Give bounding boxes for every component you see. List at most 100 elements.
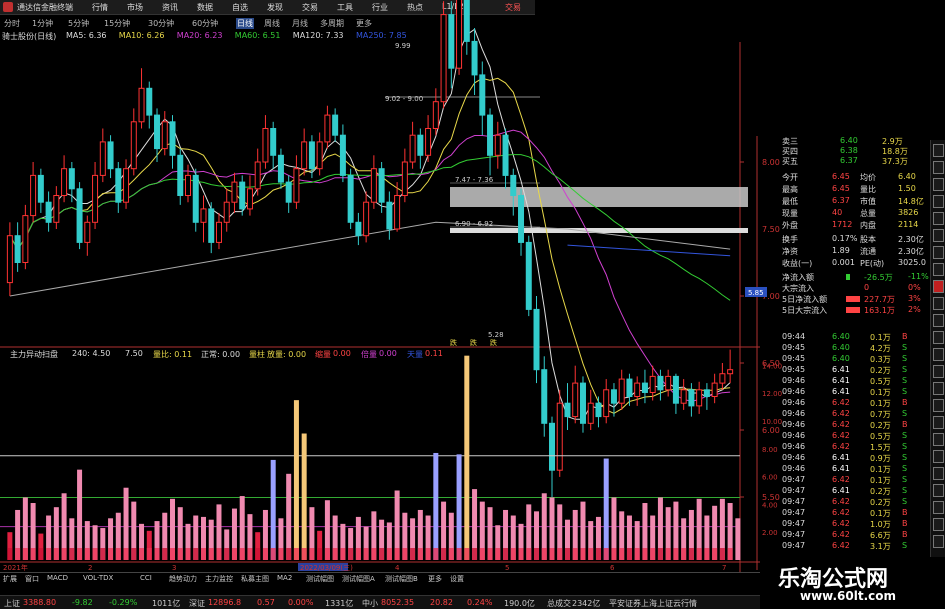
toolbar-button-icon[interactable] xyxy=(933,178,944,191)
tick-time: 09:46 xyxy=(782,420,806,429)
candle-body xyxy=(518,195,525,243)
volume-bar xyxy=(456,454,462,560)
volume-base-bar xyxy=(456,548,462,560)
ma5-line xyxy=(9,28,731,420)
tick-time: 09:47 xyxy=(782,508,806,517)
volume-base-bar xyxy=(301,548,307,560)
indicator-tab[interactable]: 测试幅图 xyxy=(306,574,334,584)
stat-label: 净资 xyxy=(782,247,798,256)
toolbar-button-icon[interactable] xyxy=(933,246,944,259)
toolbar-button-icon[interactable] xyxy=(933,518,944,531)
toolbar-button-icon[interactable] xyxy=(933,229,944,242)
toolbar-button-icon[interactable] xyxy=(933,144,944,157)
toolbar-button-icon[interactable] xyxy=(933,535,944,548)
volume-base-bar xyxy=(53,548,59,560)
volume-base-bar xyxy=(38,548,44,560)
indicator-tab[interactable]: 趋势动力 xyxy=(169,574,197,584)
toolbar-button-icon[interactable] xyxy=(933,501,944,514)
tick-row: 09:47 6.42 1.0万 B xyxy=(760,519,930,530)
status-item: 总成交 xyxy=(547,599,571,608)
price-chart-header: 骑士股份(日线) MA5: 6.36 MA10: 6.26 MA20: 6.23 MA6… xyxy=(0,30,535,42)
stat-value: 2114 xyxy=(898,220,919,229)
candle-body xyxy=(208,208,215,243)
toolbar-button-icon[interactable] xyxy=(933,280,944,293)
tick-price: 6.42 xyxy=(832,431,850,440)
price-callout: 7.47 - 7.36 xyxy=(455,176,494,184)
volume-base-bar xyxy=(650,548,656,560)
indicator-tab[interactable]: MA2 xyxy=(277,574,292,582)
candle-body xyxy=(262,128,269,163)
volume-base-bar xyxy=(239,548,245,560)
indicator-tab[interactable]: 测试幅图B xyxy=(385,574,418,584)
flow-percent: -11% xyxy=(908,272,929,281)
toolbar-button-icon[interactable] xyxy=(933,263,944,276)
tick-volume: 0.3万 xyxy=(870,355,891,364)
tick-price: 6.42 xyxy=(832,475,850,484)
stat-value: 3025.0 xyxy=(898,258,926,267)
candle-body xyxy=(277,154,284,183)
toolbar-button-icon[interactable] xyxy=(933,212,944,225)
volume-base-bar xyxy=(464,548,470,560)
toolbar-button-icon[interactable] xyxy=(933,433,944,446)
ma-value: MA250: 7.85 xyxy=(356,31,407,40)
toolbar-button-icon[interactable] xyxy=(933,365,944,378)
volume-base-bar xyxy=(681,548,687,560)
tick-row: 09:47 6.42 0.1万 B xyxy=(760,508,930,519)
status-item: 深证 xyxy=(189,599,205,608)
volume-base-bar xyxy=(541,548,547,560)
toolbar-button-icon[interactable] xyxy=(933,382,944,395)
indicator-tab[interactable]: VOL-TDX xyxy=(83,574,113,582)
tick-volume: 0.7万 xyxy=(870,410,891,419)
indicator-tab[interactable]: 扩展 xyxy=(3,574,17,584)
indicator-tab[interactable]: 主力监控 xyxy=(205,574,233,584)
toolbar-button-icon[interactable] xyxy=(933,416,944,429)
toolbar-button-icon[interactable] xyxy=(933,348,944,361)
stat-value: 6.37 xyxy=(832,196,850,205)
candle-body xyxy=(270,128,277,156)
volume-bar xyxy=(433,452,439,560)
candle-body xyxy=(525,241,532,310)
volume-bar xyxy=(301,433,307,560)
volume-base-bar xyxy=(247,548,253,560)
tick-price: 6.42 xyxy=(832,409,850,418)
indicator-tab[interactable]: 更多 xyxy=(428,574,442,584)
ma-value: MA60: 6.51 xyxy=(234,31,281,40)
indicator-tab[interactable]: 私募主图 xyxy=(241,574,269,584)
toolbar-button-icon[interactable] xyxy=(933,484,944,497)
toolbar-button-icon[interactable] xyxy=(933,161,944,174)
toolbar-button-icon[interactable] xyxy=(933,467,944,480)
tick-time: 09:46 xyxy=(782,376,806,385)
volume-base-bar xyxy=(549,548,555,560)
stat-label: 换手 xyxy=(782,235,798,244)
indicator-tab[interactable]: MACD xyxy=(47,574,68,582)
candle-body xyxy=(432,101,439,129)
tick-time: 09:47 xyxy=(782,541,806,550)
volume-base-bar xyxy=(410,548,416,560)
toolbar-button-icon[interactable] xyxy=(933,314,944,327)
toolbar-button-icon[interactable] xyxy=(933,450,944,463)
volume-base-bar xyxy=(719,548,725,560)
volume-bar xyxy=(270,459,276,560)
tick-row: 09:47 6.41 0.2万 S xyxy=(760,486,930,497)
candle-body xyxy=(316,141,323,170)
toolbar-button-icon[interactable] xyxy=(933,331,944,344)
indicator-tab[interactable]: 测试幅图A xyxy=(342,574,375,584)
volume-base-bar xyxy=(224,548,230,560)
indicator-tab[interactable]: 窗口 xyxy=(25,574,39,584)
toolbar-button-icon[interactable] xyxy=(933,399,944,412)
volume-base-bar xyxy=(441,548,447,560)
stat-value: 2.30亿 xyxy=(898,235,924,244)
volume-base-bar xyxy=(371,548,377,560)
tick-direction: S xyxy=(902,464,908,473)
time-axis-label: 4 xyxy=(395,564,400,572)
indicator-value: 240: 4.50 xyxy=(72,349,111,358)
volume-base-bar xyxy=(727,548,733,560)
toolbar-button-icon[interactable] xyxy=(933,195,944,208)
candle-body xyxy=(494,134,501,156)
volume-bar xyxy=(286,473,292,560)
indicator-tab[interactable]: CCI xyxy=(140,574,152,582)
candle-body xyxy=(254,161,261,190)
indicator-tab[interactable]: 设置 xyxy=(450,574,464,584)
volume-base-bar xyxy=(193,548,199,560)
toolbar-button-icon[interactable] xyxy=(933,297,944,310)
